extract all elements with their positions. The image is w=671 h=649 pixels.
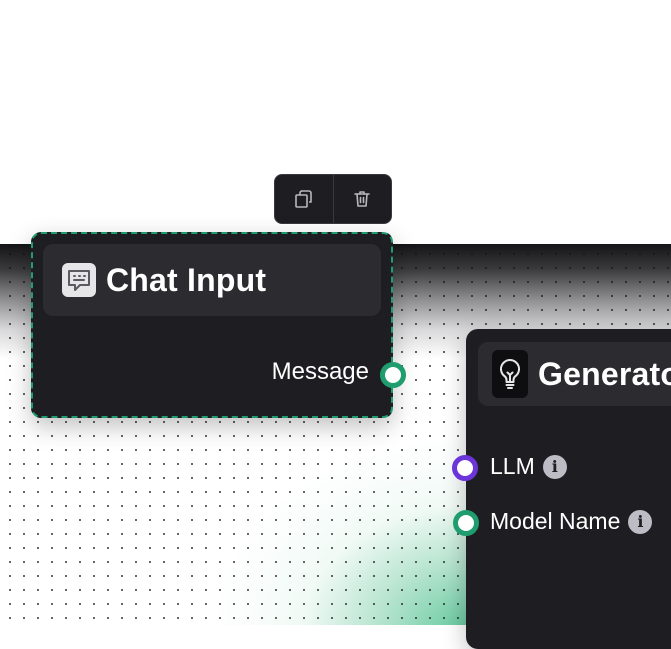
- chat-input-node[interactable]: Chat Input Message: [31, 232, 393, 418]
- output-label-message: Message: [271, 358, 369, 385]
- node-toolbar: [274, 174, 392, 224]
- node-title: Generator: [538, 355, 671, 392]
- node-title: Chat Input: [106, 261, 267, 298]
- input-field-llm: LLM i: [490, 453, 567, 480]
- input-label-model-name: Model Name: [490, 508, 621, 534]
- input-handle-llm[interactable]: [452, 455, 478, 481]
- delete-node-button[interactable]: [332, 175, 392, 223]
- copy-icon: [294, 190, 312, 208]
- chat-input-node-header[interactable]: Chat Input: [43, 244, 381, 316]
- trash-icon: [354, 191, 371, 207]
- generator-node-header[interactable]: Generator: [478, 342, 671, 406]
- generator-node[interactable]: Generator LLM i Model Name i: [466, 329, 671, 649]
- input-handle-model-name[interactable]: [453, 510, 479, 536]
- duplicate-node-button[interactable]: [275, 175, 333, 223]
- chat-icon: [62, 263, 96, 297]
- info-icon[interactable]: i: [542, 454, 567, 479]
- input-field-model-name: Model Name i: [490, 508, 653, 535]
- info-icon[interactable]: i: [628, 509, 653, 534]
- lightbulb-icon: [492, 350, 528, 398]
- input-label-llm: LLM: [490, 453, 535, 479]
- output-handle-message[interactable]: [380, 362, 406, 388]
